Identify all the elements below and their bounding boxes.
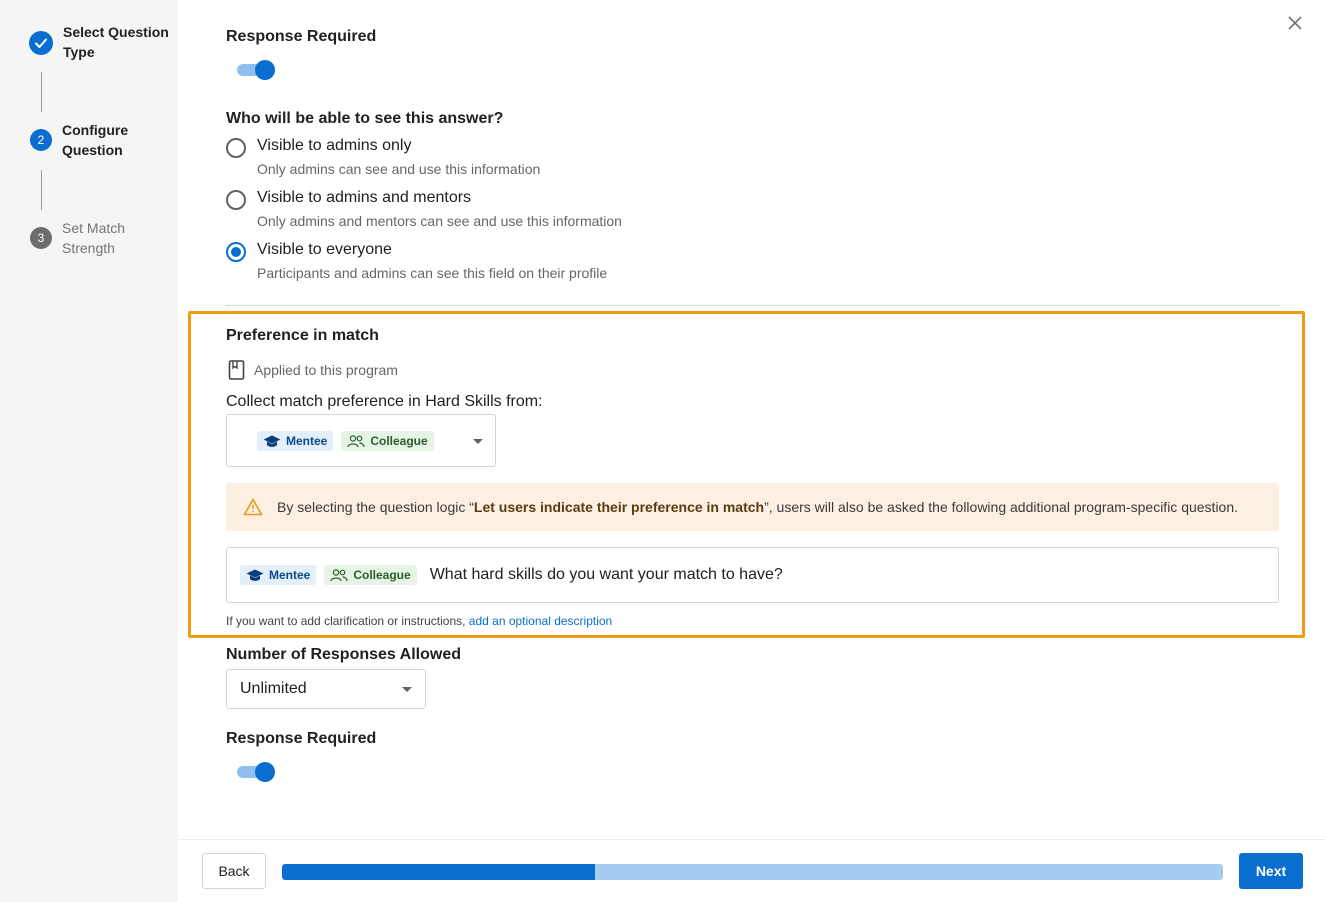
visibility-option-admins[interactable]: Visible to admins only Only admins can s… [226, 136, 540, 178]
add-description-link[interactable]: add an optional description [469, 614, 612, 628]
response-required-toggle[interactable] [237, 761, 275, 783]
step-label: Configure Question [62, 122, 129, 158]
colleague-chip: Colleague [324, 565, 417, 585]
next-button[interactable]: Next [1239, 853, 1303, 889]
visibility-option-everyone[interactable]: Visible to everyone Participants and adm… [226, 240, 607, 282]
step-label: Set Match Strength [62, 220, 126, 256]
radio-button[interactable] [226, 190, 246, 210]
warning-text: By selecting the question logic “Let use… [277, 499, 1239, 515]
preference-question-field[interactable]: Mentee Colleague What hard skills do you… [226, 547, 1279, 603]
responses-allowed-select[interactable]: Unlimited [226, 669, 426, 709]
close-icon[interactable] [1286, 14, 1304, 32]
people-icon [330, 568, 348, 581]
wizard-progress-bar [282, 864, 1223, 880]
step-select-question-type[interactable]: Select Question Type [29, 22, 173, 62]
preference-question-text: What hard skills do you want your match … [429, 566, 783, 583]
applied-to-program: Applied to this program [228, 360, 398, 380]
responses-allowed-label: Number of Responses Allowed [226, 646, 461, 663]
graduation-cap-icon [246, 569, 264, 581]
mentee-chip: Mentee [257, 431, 334, 451]
graduation-cap-icon [263, 435, 281, 447]
book-icon [228, 360, 245, 380]
collect-preference-label: Collect match preference in Hard Skills … [226, 393, 543, 410]
section-divider [226, 305, 1280, 306]
visibility-option-admins-mentors[interactable]: Visible to admins and mentors Only admin… [226, 188, 622, 230]
step-connector [41, 72, 42, 112]
description-help-text: If you want to add clarification or inst… [226, 614, 613, 628]
option-title: Visible to admins and mentors [257, 189, 472, 206]
wizard-sidebar: Select Question Type 2 Configure Questio… [0, 0, 178, 902]
response-required-label: Response Required [226, 730, 377, 747]
step-number-badge: 3 [30, 227, 52, 249]
warning-icon [243, 498, 263, 516]
chevron-down-icon[interactable] [473, 439, 483, 444]
progress-fill [282, 864, 596, 880]
option-description: Participants and admins can see this fie… [257, 265, 608, 281]
colleague-chip: Colleague [341, 431, 434, 451]
radio-button-checked[interactable] [226, 242, 246, 262]
option-title: Visible to admins only [257, 137, 412, 154]
step-label: Select Question Type [63, 24, 169, 60]
step-connector [41, 170, 42, 210]
chevron-down-icon[interactable] [402, 687, 412, 692]
radio-button[interactable] [226, 138, 246, 158]
option-title: Visible to everyone [257, 241, 392, 258]
preference-warning-banner: By selecting the question logic “Let use… [226, 483, 1279, 531]
step-configure-question[interactable]: 2 Configure Question [30, 120, 172, 160]
people-icon [347, 434, 365, 447]
selected-value: Unlimited [240, 680, 307, 697]
applied-text: Applied to this program [254, 362, 398, 378]
step-number-badge: 2 [30, 129, 52, 151]
response-required-label: Response Required [226, 28, 377, 45]
response-required-toggle[interactable] [237, 59, 275, 81]
option-description: Only admins and mentors can see and use … [257, 213, 622, 229]
option-description: Only admins can see and use this informa… [257, 161, 541, 177]
step-set-match-strength[interactable]: 3 Set Match Strength [30, 218, 172, 258]
collect-from-select[interactable]: Mentee Colleague [226, 414, 496, 467]
visibility-question: Who will be able to see this answer? [226, 110, 504, 127]
check-icon [29, 31, 53, 55]
footer-divider [178, 839, 1325, 840]
mentee-chip: Mentee [240, 565, 317, 585]
back-button[interactable]: Back [202, 853, 266, 889]
preference-title: Preference in match [226, 327, 379, 344]
